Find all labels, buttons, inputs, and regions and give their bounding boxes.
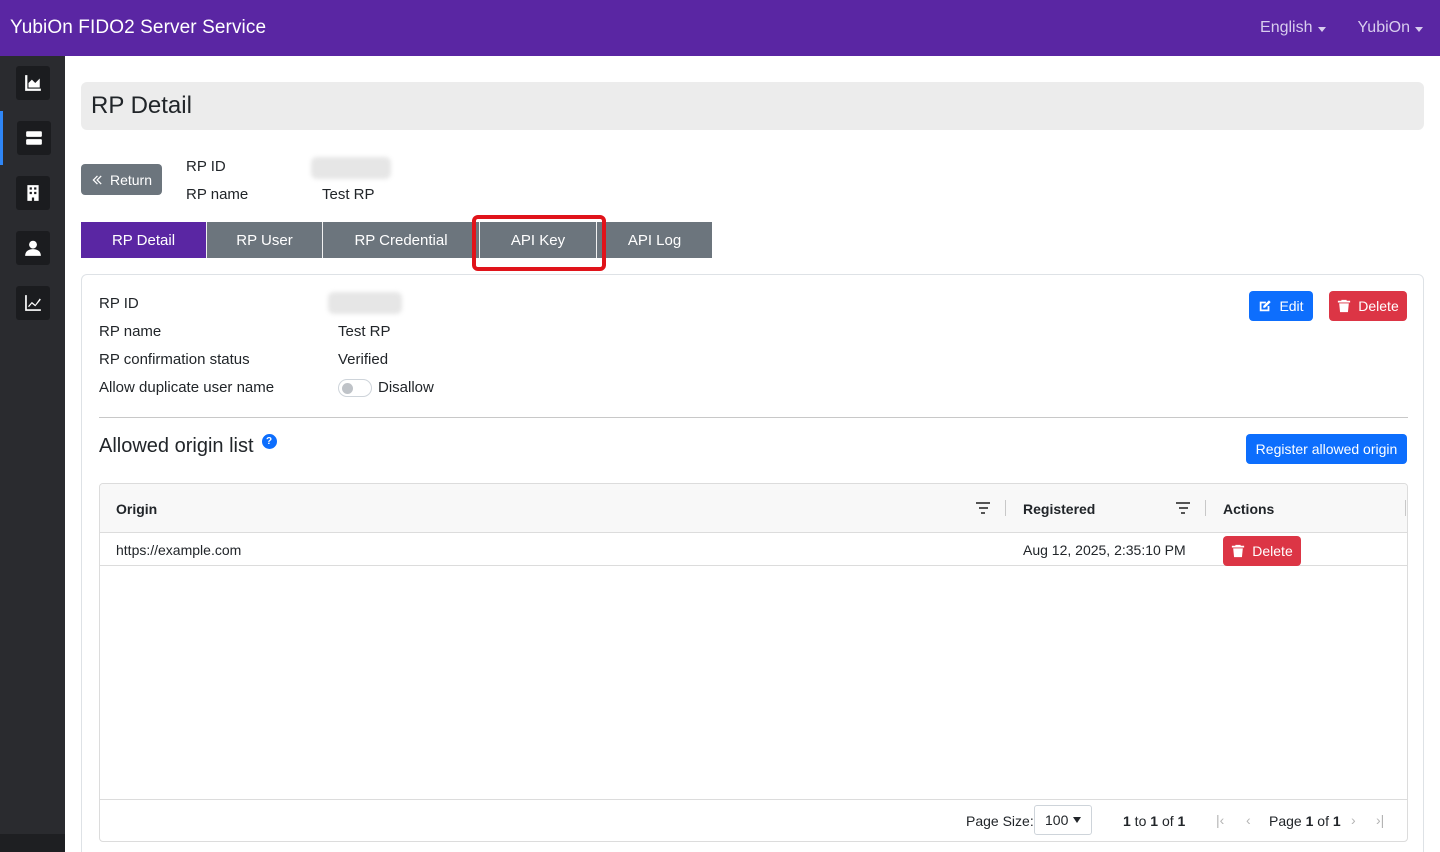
- delete-origin-button[interactable]: Delete: [1223, 536, 1301, 566]
- edit-icon: [1260, 300, 1272, 312]
- table-row: https://example.com Aug 12, 2025, 2:35:1…: [100, 533, 1407, 566]
- page-text: Page: [1269, 813, 1306, 829]
- range-to-text: to: [1130, 813, 1151, 829]
- language-dropdown[interactable]: English: [1260, 19, 1326, 37]
- rp-detail-card: RP ID RP name Test RP RP confirmation st…: [81, 274, 1424, 852]
- delete-origin-button-label: Delete: [1252, 543, 1293, 559]
- row-range-summary: 1 to 1 of 1: [1123, 800, 1186, 841]
- column-header-actions: Actions: [1223, 500, 1275, 517]
- sidebar-footer: [0, 834, 65, 852]
- detail-rp-name-label: RP name: [99, 323, 162, 340]
- language-label: English: [1260, 19, 1313, 36]
- tab-rp-detail[interactable]: RP Detail: [81, 222, 207, 258]
- tab-rp-user[interactable]: RP User: [207, 222, 323, 258]
- page-size-select[interactable]: 100: [1034, 805, 1092, 835]
- top-navbar: YubiOn FIDO2 Server Service English Yubi…: [0, 0, 1440, 56]
- column-separator[interactable]: [1205, 500, 1206, 516]
- sidebar-item-statistics[interactable]: [0, 276, 65, 330]
- column-header-registered[interactable]: Registered: [1023, 484, 1095, 533]
- duplicate-user-label: Allow duplicate user name: [99, 379, 275, 396]
- column-separator[interactable]: [1005, 500, 1006, 516]
- rp-name-label: RP name: [186, 186, 249, 203]
- tab-api-key[interactable]: API Key: [472, 215, 606, 271]
- caret-down-icon: [1073, 817, 1082, 823]
- rp-id-label: RP ID: [186, 158, 226, 175]
- detail-rp-id-value-redacted: [328, 292, 402, 314]
- register-origin-button[interactable]: Register allowed origin: [1246, 434, 1407, 464]
- edit-button[interactable]: Edit: [1249, 291, 1313, 321]
- sidebar-item-users[interactable]: [0, 221, 65, 275]
- trash-icon: [1338, 299, 1351, 313]
- rp-name-value: Test RP: [322, 186, 375, 203]
- caret-down-icon: [1317, 26, 1326, 32]
- page-current: 1: [1305, 813, 1314, 829]
- next-page-icon[interactable]: ›: [1351, 812, 1356, 828]
- range-of-text: of: [1158, 813, 1178, 829]
- section-divider: [99, 417, 1408, 418]
- caret-down-icon: [1415, 26, 1423, 32]
- return-button[interactable]: Return: [81, 164, 162, 195]
- double-chevron-left-icon: [92, 175, 102, 184]
- page-title: RP Detail: [91, 92, 192, 119]
- sidebar-item-organizations[interactable]: [0, 166, 65, 220]
- page-size-label: Page Size:: [966, 813, 1034, 829]
- sidebar-item-servers[interactable]: [0, 111, 65, 165]
- column-separator[interactable]: [1405, 500, 1406, 516]
- user-icon: [24, 240, 41, 256]
- allowed-origin-title: Allowed origin list ?: [99, 434, 277, 458]
- range-total: 1: [1177, 813, 1186, 829]
- delete-rp-button-label: Delete: [1358, 298, 1399, 314]
- previous-page-icon[interactable]: ‹: [1246, 812, 1251, 828]
- detail-rp-name-value: Test RP: [338, 323, 391, 340]
- origin-cell: https://example.com: [116, 541, 242, 558]
- detail-rp-id-label: RP ID: [99, 295, 139, 312]
- trash-icon: [1232, 544, 1245, 558]
- delete-rp-button[interactable]: Delete: [1329, 291, 1407, 321]
- origin-grid: Origin Registered Actions https://exampl…: [99, 483, 1408, 842]
- app-title[interactable]: YubiOn FIDO2 Server Service: [10, 17, 266, 39]
- confirmation-status-label: RP confirmation status: [99, 351, 250, 368]
- return-button-label: Return: [109, 171, 153, 188]
- grid-header: Origin Registered Actions: [100, 484, 1407, 533]
- registered-cell: Aug 12, 2025, 2:35:10 PM: [1023, 541, 1186, 558]
- allowed-origin-title-text: Allowed origin list: [99, 435, 254, 457]
- sidebar: [0, 56, 65, 852]
- page-header: RP Detail: [81, 82, 1424, 130]
- rp-id-value-redacted: [311, 157, 391, 179]
- page-total: 1: [1332, 813, 1341, 829]
- server-icon: [26, 131, 42, 145]
- help-icon[interactable]: ?: [261, 434, 277, 449]
- duplicate-user-value: Disallow: [378, 379, 434, 396]
- filter-icon[interactable]: [1176, 502, 1190, 514]
- user-label: YubiOn: [1357, 19, 1410, 36]
- page-indicator: Page 1 of 1: [1269, 800, 1341, 841]
- main-content: RP Detail Return RP ID RP name Test RP R…: [65, 56, 1440, 852]
- tab-rp-credential[interactable]: RP Credential: [323, 222, 480, 258]
- sidebar-item-dashboard[interactable]: [0, 56, 65, 110]
- page-size-value: 100: [1045, 812, 1069, 828]
- area-chart-icon: [24, 75, 41, 91]
- duplicate-user-toggle[interactable]: [338, 379, 372, 397]
- range-from: 1: [1123, 813, 1131, 829]
- confirmation-status-value: Verified: [338, 351, 389, 368]
- last-page-icon[interactable]: ›|: [1376, 812, 1384, 828]
- column-header-origin[interactable]: Origin: [116, 484, 157, 533]
- page-of-text: of: [1313, 813, 1333, 829]
- tab-api-log[interactable]: API Log: [597, 222, 712, 258]
- user-dropdown[interactable]: YubiOn: [1358, 19, 1423, 37]
- grid-pagination: Page Size: 100 1 to 1 of 1 |‹ ‹ Page 1 o…: [100, 799, 1407, 841]
- range-to: 1: [1150, 813, 1159, 829]
- filter-icon[interactable]: [976, 502, 990, 514]
- first-page-icon[interactable]: |‹: [1216, 812, 1224, 828]
- building-icon: [26, 185, 39, 201]
- tab-bar: RP Detail RP User RP Credential API Key …: [81, 215, 712, 271]
- edit-button-label: Edit: [1279, 298, 1304, 314]
- line-chart-icon: [24, 295, 41, 311]
